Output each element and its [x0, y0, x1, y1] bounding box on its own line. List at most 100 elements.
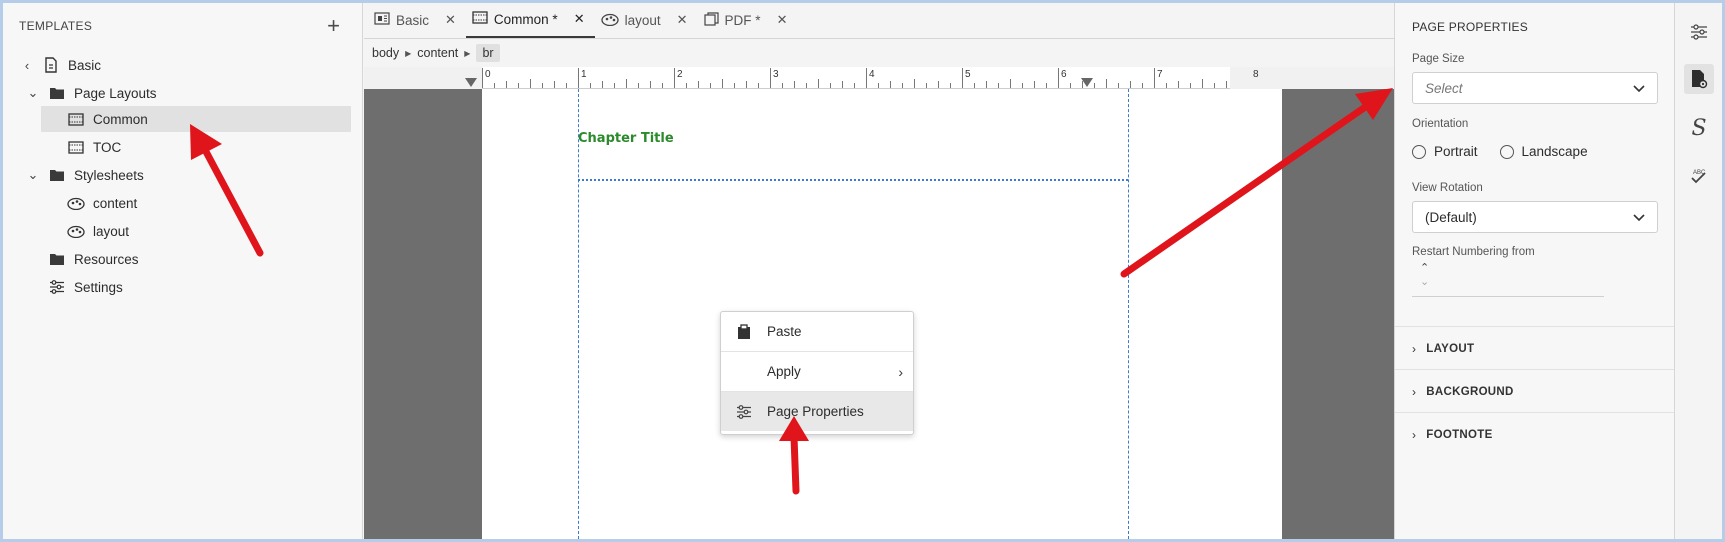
tree-label: Common [93, 111, 148, 127]
section-layout[interactable]: › LAYOUT [1412, 342, 1474, 356]
ruler-tick [482, 68, 483, 88]
tree-item-basic[interactable]: ‹ Basic [3, 52, 363, 78]
ruler-tick [950, 83, 951, 88]
ruler-tick [962, 68, 963, 88]
tab-pdf[interactable]: PDF * ✕ [698, 3, 798, 38]
ruler-number: 7 [1157, 69, 1163, 80]
chapter-title[interactable]: Chapter Title [578, 131, 674, 146]
breadcrumb-item[interactable]: body [372, 46, 399, 60]
left-indent-marker-icon[interactable] [464, 78, 478, 88]
spell-check-icon[interactable]: ABC [1684, 161, 1714, 191]
right-margin-guide [1128, 89, 1129, 539]
pdf-icon [703, 11, 719, 29]
ruler-track: 0 1 2 3 4 5 6 7 8 [482, 67, 1259, 89]
page-layout-icon [472, 11, 488, 27]
ruler-tick [710, 83, 711, 88]
ruler-tick [842, 81, 843, 88]
right-indent-marker-icon[interactable] [1080, 78, 1094, 88]
ruler-tick [662, 83, 663, 88]
ruler-tick [758, 83, 759, 88]
menu-item-label: Page Properties [767, 404, 864, 419]
chevron-down-icon[interactable]: ⌄ [26, 167, 40, 183]
clipboard-icon [721, 323, 767, 340]
page-layout-icon [67, 111, 85, 127]
page-size-select[interactable]: Select [1412, 72, 1658, 104]
select-value: (Default) [1425, 209, 1477, 225]
breadcrumb: body ▶ content ▶ br [364, 39, 1394, 67]
view-rotation-select[interactable]: (Default) [1412, 201, 1658, 233]
divider [1395, 369, 1675, 370]
ruler-tick [1010, 79, 1011, 88]
tab-common[interactable]: Common * ✕ [465, 3, 595, 38]
document-icon [374, 12, 390, 28]
tab-layout[interactable]: layout ✕ [595, 3, 698, 38]
tree-item-settings[interactable]: Settings [3, 274, 363, 300]
ruler-tick [926, 83, 927, 88]
ruler-tick [770, 68, 771, 88]
app-window: TEMPLATES + ‹ Basic ⌄ Page Layouts Commo… [3, 3, 1722, 539]
section-footnote[interactable]: › FOOTNOTE [1412, 428, 1493, 442]
ruler-tick [902, 83, 903, 88]
radio-landscape[interactable] [1499, 144, 1514, 159]
close-icon[interactable]: ✕ [574, 11, 585, 27]
tab-label: Common * [493, 11, 558, 27]
ruler-tick [890, 81, 891, 88]
menu-item-paste[interactable]: Paste [721, 312, 913, 351]
breadcrumb-separator-icon: ▶ [405, 48, 412, 58]
folder-icon [48, 85, 66, 101]
close-icon[interactable]: ✕ [445, 12, 456, 28]
tree-item-page-layouts[interactable]: ⌄ Page Layouts [3, 80, 363, 106]
tree-item-resources[interactable]: Resources [3, 246, 363, 272]
chevron-left-icon[interactable]: ‹ [20, 58, 34, 73]
page-properties-icon[interactable] [1684, 64, 1714, 94]
tree-label: TOC [93, 139, 122, 155]
menu-item-page-properties[interactable]: Page Properties [721, 392, 913, 431]
context-menu: Paste Apply › Page Properties [720, 311, 914, 435]
ruler-tick [794, 81, 795, 88]
select-placeholder: Select [1425, 80, 1463, 96]
tab-bar: Basic ✕ Common * ✕ layout ✕ PDF * ✕ [364, 3, 1394, 39]
section-background[interactable]: › BACKGROUND [1412, 385, 1514, 399]
ruler-number: 4 [869, 69, 875, 80]
tree-item-layout[interactable]: layout [41, 218, 351, 244]
ruler-tick [698, 81, 699, 88]
chevron-down-icon[interactable]: ⌄ [26, 85, 40, 101]
chevron-up-icon[interactable]: ⌃ [1420, 261, 1429, 274]
close-icon[interactable]: ✕ [777, 12, 788, 28]
chevron-right-icon: › [1412, 342, 1417, 356]
plus-icon[interactable]: + [327, 15, 340, 37]
tab-basic[interactable]: Basic ✕ [368, 3, 466, 38]
ruler-number: 0 [485, 69, 491, 80]
tree-item-common[interactable]: Common [41, 106, 351, 132]
ruler-tick [734, 83, 735, 88]
ruler-number: 3 [773, 69, 779, 80]
canvas: Chapter Title Paste Apply › Page Propert… [364, 89, 1394, 539]
radio-portrait[interactable] [1412, 144, 1426, 159]
ruler-tick [542, 83, 543, 88]
settings-sliders-icon[interactable] [1684, 17, 1714, 47]
breadcrumb-item[interactable]: content [417, 46, 458, 60]
breadcrumb-item-current[interactable]: br [476, 44, 500, 62]
tree-label: content [93, 195, 138, 211]
ruler-tick [854, 83, 855, 88]
radio-label: Portrait [1434, 144, 1478, 159]
tab-label: Basic [396, 12, 430, 28]
chevron-right-icon: › [1412, 385, 1417, 399]
restart-numbering-stepper[interactable]: ⌃ ⌄ [1412, 261, 1604, 297]
radio-label: Landscape [1521, 144, 1588, 159]
ruler-tick [938, 81, 939, 88]
close-icon[interactable]: ✕ [677, 12, 688, 28]
tree-item-stylesheets[interactable]: ⌄ Stylesheets [3, 162, 363, 188]
ruler-tick [1106, 79, 1107, 88]
ruler-tick [686, 83, 687, 88]
menu-item-apply[interactable]: Apply › [721, 352, 913, 391]
orientation-group: Portrait Landscape [1412, 144, 1588, 159]
style-s-icon[interactable]: S [1684, 113, 1714, 143]
tree-label: Resources [74, 251, 139, 267]
page-properties-panel: PAGE PROPERTIES Page Size Select Orienta… [1394, 3, 1675, 539]
ruler-tick [1166, 83, 1167, 88]
tree-item-content[interactable]: content [41, 190, 351, 216]
chevron-down-icon[interactable]: ⌄ [1420, 275, 1429, 288]
tree-item-toc[interactable]: TOC [41, 134, 351, 160]
ruler-tick [1178, 81, 1179, 88]
